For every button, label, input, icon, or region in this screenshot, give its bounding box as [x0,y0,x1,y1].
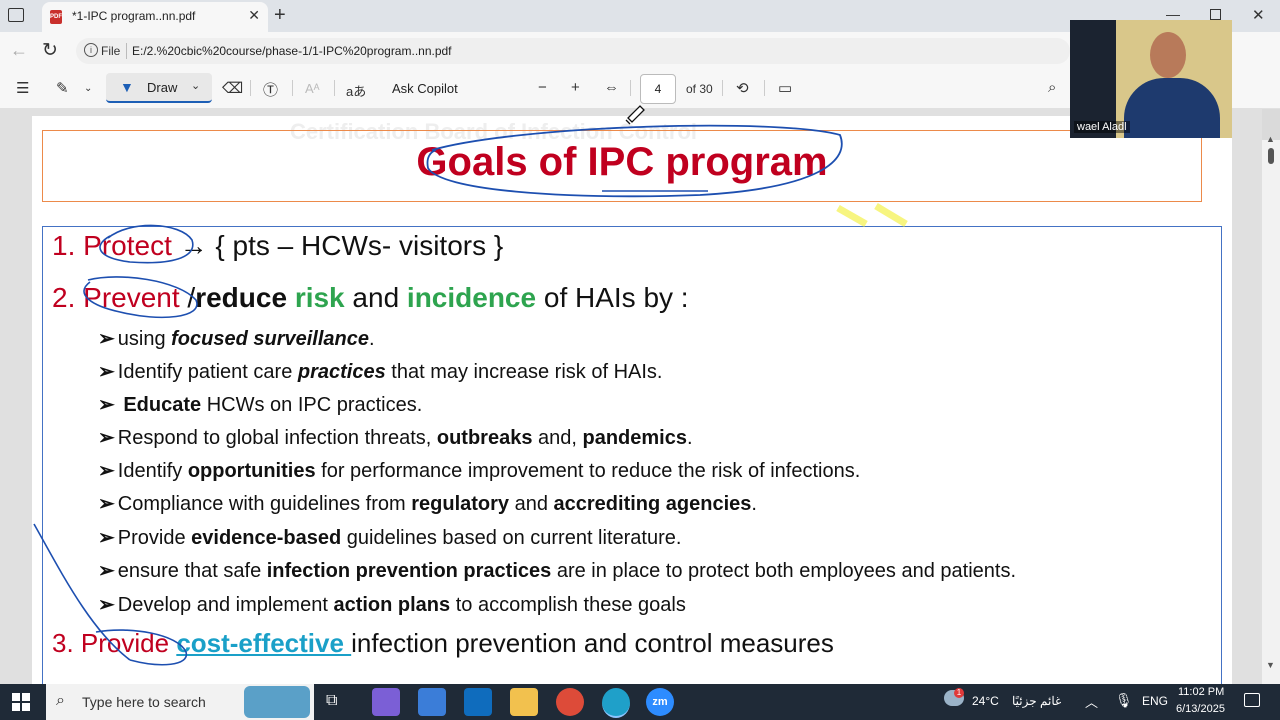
highlighter-stroke [836,202,908,228]
edge-app-icon[interactable] [602,688,630,718]
weather-temp[interactable]: 24°C [972,694,999,708]
clock-time[interactable]: 11:02 PM [1178,686,1224,698]
copilot-app-icon[interactable] [372,688,400,716]
participant-body [1124,78,1220,138]
taskbar-search-box[interactable]: ⌕ Type here to search [46,684,314,720]
outlook-app-icon[interactable] [464,688,492,716]
chrome-app-icon[interactable] [556,688,584,716]
title-circle-annotation [426,124,843,198]
notifications-icon[interactable] [1244,693,1260,707]
microphone-icon[interactable]: 🎙 [1115,692,1133,709]
file-explorer-icon[interactable] [510,688,538,716]
search-highlight-image [244,686,310,718]
vertical-scrollbar[interactable]: ▲ ▼ [1262,134,1280,684]
participant-name: wael Aladl [1074,121,1130,133]
margin-stroke-annotation [33,523,131,661]
scroll-thumb[interactable] [1268,148,1274,164]
search-placeholder: Type here to search [82,694,206,710]
language-indicator[interactable]: ENG [1142,694,1168,708]
mouse-cursor-pen-icon [625,105,645,125]
weather-alert-badge: 1 [954,688,964,698]
task-view-icon[interactable]: ⧉ [326,692,337,710]
provide-circle-annotation [95,629,187,666]
protect-circle-annotation [99,224,194,264]
store-app-icon[interactable] [418,688,446,716]
webcam-video-tile[interactable]: wael Aladl [1070,20,1232,138]
windows-start-icon[interactable] [12,693,30,711]
tray-chevron-icon[interactable]: ︿ [1085,692,1098,711]
scroll-down-icon[interactable]: ▼ [1266,660,1275,670]
zoom-app-icon[interactable]: zm [646,688,674,716]
scroll-up-icon[interactable]: ▲ [1266,134,1275,144]
clock-date[interactable]: 6/13/2025 [1176,703,1225,715]
weather-text[interactable]: غائم جزئيًا [1012,694,1061,708]
participant-head [1150,32,1186,78]
prevent-circle-annotation [83,276,198,319]
search-icon: ⌕ [56,692,65,709]
